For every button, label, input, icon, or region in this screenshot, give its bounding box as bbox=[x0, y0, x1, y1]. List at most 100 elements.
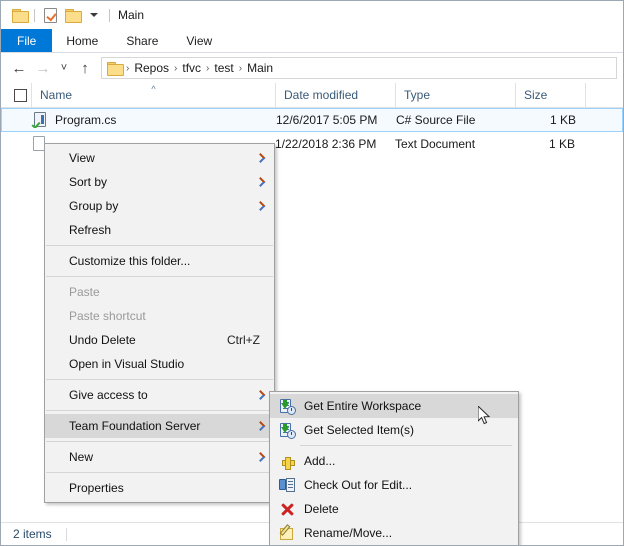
forward-arrow-icon: → bbox=[35, 59, 51, 77]
ribbon-tab-bar: File Home Share View bbox=[1, 29, 623, 53]
column-header-name-label: Name bbox=[40, 88, 73, 102]
window-title: Main bbox=[118, 8, 145, 22]
submenu-item-label: Get Selected Item(s) bbox=[304, 423, 415, 437]
column-header-row: Name ^ Date modified Type Size bbox=[1, 83, 623, 108]
submenu-item-rename-move[interactable]: Rename/Move... bbox=[270, 521, 518, 545]
breadcrumb-folder-icon bbox=[107, 62, 124, 76]
menu-item-paste-shortcut: Paste shortcut bbox=[45, 304, 274, 328]
context-menu: View Sort by Group by Refresh Customize … bbox=[44, 143, 275, 503]
tab-file[interactable]: File bbox=[1, 29, 53, 52]
submenu-item-add[interactable]: Add... bbox=[270, 449, 518, 473]
menu-separator bbox=[46, 276, 273, 277]
menu-item-customize-this-folder[interactable]: Customize this folder... bbox=[45, 249, 274, 273]
file-size-cell: 1 KB bbox=[548, 137, 575, 151]
breadcrumb-item-tfvc[interactable]: tfvc bbox=[179, 61, 204, 75]
menu-item-team-foundation-server[interactable]: Team Foundation Server bbox=[45, 414, 274, 438]
file-type-cell: Text Document bbox=[395, 137, 476, 151]
column-header-size-label: Size bbox=[524, 88, 548, 102]
menu-separator bbox=[46, 441, 273, 442]
menu-item-group-by[interactable]: Group by bbox=[45, 194, 274, 218]
column-header-date-label: Date modified bbox=[284, 88, 359, 102]
file-size-cell: 1 KB bbox=[549, 113, 576, 127]
tab-view[interactable]: View bbox=[172, 29, 226, 52]
column-header-size[interactable]: Size bbox=[515, 83, 585, 107]
menu-separator bbox=[46, 472, 273, 473]
checkbox-icon bbox=[13, 88, 27, 102]
qat-separator-2 bbox=[109, 8, 110, 22]
submenu-item-delete[interactable]: Delete bbox=[270, 497, 518, 521]
menu-item-view[interactable]: View bbox=[45, 146, 274, 170]
breadcrumb[interactable]: › Repos › tfvc › test › Main bbox=[101, 57, 617, 79]
menu-item-open-in-visual-studio[interactable]: Open in Visual Studio bbox=[45, 352, 274, 376]
menu-item-label: New bbox=[69, 450, 94, 464]
breadcrumb-separator-1: › bbox=[174, 62, 178, 74]
breadcrumb-item-main[interactable]: Main bbox=[244, 61, 276, 75]
menu-item-new[interactable]: New bbox=[45, 445, 274, 469]
folder-icon[interactable] bbox=[8, 4, 30, 26]
recent-locations-icon[interactable]: ˅ bbox=[55, 56, 73, 80]
file-explorer-window: Main File Home Share View ← → ˅ ↑ › Repo… bbox=[0, 0, 624, 546]
menu-item-refresh[interactable]: Refresh bbox=[45, 218, 274, 242]
qat-separator bbox=[34, 8, 35, 22]
tab-share[interactable]: Share bbox=[112, 29, 172, 52]
get-selected-icon bbox=[274, 420, 300, 440]
menu-item-label: Group by bbox=[69, 199, 119, 213]
submenu-item-label: Check Out for Edit... bbox=[304, 478, 413, 492]
table-row[interactable]: Program.cs 12/6/2017 5:05 PM C# Source F… bbox=[1, 108, 623, 132]
menu-item-label: Customize this folder... bbox=[69, 254, 191, 268]
menu-separator bbox=[46, 410, 273, 411]
menu-separator bbox=[46, 245, 273, 246]
column-header-date-modified[interactable]: Date modified bbox=[275, 83, 395, 107]
rename-move-icon bbox=[274, 523, 300, 543]
add-icon bbox=[274, 451, 300, 471]
menu-item-give-access-to[interactable]: Give access to bbox=[45, 383, 274, 407]
file-type-cell: C# Source File bbox=[396, 113, 476, 127]
submenu-item-label: Rename/Move... bbox=[304, 526, 393, 540]
submenu-separator bbox=[300, 445, 512, 446]
menu-item-label: Team Foundation Server bbox=[69, 419, 201, 433]
menu-item-paste: Paste bbox=[45, 280, 274, 304]
submenu-item-label: Delete bbox=[304, 502, 339, 516]
title-bar: Main bbox=[1, 1, 623, 29]
menu-item-shortcut: Ctrl+Z bbox=[227, 333, 260, 347]
menu-item-undo-delete[interactable]: Undo Delete Ctrl+Z bbox=[45, 328, 274, 352]
column-header-spacer bbox=[585, 83, 623, 107]
tab-home[interactable]: Home bbox=[52, 29, 112, 52]
address-bar: ← → ˅ ↑ › Repos › tfvc › test › Main bbox=[1, 53, 623, 83]
csharp-file-icon bbox=[32, 112, 48, 128]
menu-item-properties[interactable]: Properties bbox=[45, 476, 274, 500]
menu-item-label: Give access to bbox=[69, 388, 148, 402]
file-name-cell: Program.cs bbox=[2, 112, 276, 128]
file-name-label: Program.cs bbox=[55, 113, 117, 127]
submenu-item-get-entire-workspace[interactable]: Get Entire Workspace bbox=[270, 394, 518, 418]
menu-item-label: Undo Delete bbox=[69, 333, 136, 347]
delete-icon bbox=[274, 499, 300, 519]
submenu-item-get-selected-items[interactable]: Get Selected Item(s) bbox=[270, 418, 518, 442]
breadcrumb-item-repos[interactable]: Repos bbox=[131, 61, 172, 75]
breadcrumb-separator-0: › bbox=[126, 62, 130, 74]
menu-item-label: Properties bbox=[69, 481, 124, 495]
menu-item-label: Sort by bbox=[69, 175, 108, 189]
submenu-item-check-out-for-edit[interactable]: Check Out for Edit... bbox=[270, 473, 518, 497]
properties-icon[interactable] bbox=[39, 4, 61, 26]
submenu-team-foundation-server: Get Entire Workspace Get Selected Item(s… bbox=[269, 391, 519, 545]
customize-qat-icon[interactable] bbox=[83, 4, 105, 26]
menu-item-sort-by[interactable]: Sort by bbox=[45, 170, 274, 194]
sort-ascending-icon: ^ bbox=[151, 84, 156, 94]
new-folder-icon[interactable] bbox=[61, 4, 83, 26]
menu-item-label: Paste bbox=[69, 285, 100, 299]
menu-separator bbox=[46, 379, 273, 380]
column-header-type[interactable]: Type bbox=[395, 83, 515, 107]
column-header-name[interactable]: Name ^ bbox=[31, 83, 275, 107]
get-workspace-icon bbox=[274, 396, 300, 416]
check-out-icon bbox=[274, 475, 300, 495]
submenu-item-label: Get Entire Workspace bbox=[304, 399, 422, 413]
breadcrumb-item-test[interactable]: test bbox=[211, 61, 236, 75]
select-all-checkbox[interactable] bbox=[1, 83, 31, 107]
status-separator bbox=[65, 527, 67, 541]
submenu-item-label: Add... bbox=[304, 454, 336, 468]
up-arrow-icon[interactable]: ↑ bbox=[73, 56, 97, 80]
menu-item-label: Paste shortcut bbox=[69, 309, 146, 323]
menu-item-label: Refresh bbox=[69, 223, 112, 237]
back-arrow-icon[interactable]: ← bbox=[7, 56, 31, 80]
